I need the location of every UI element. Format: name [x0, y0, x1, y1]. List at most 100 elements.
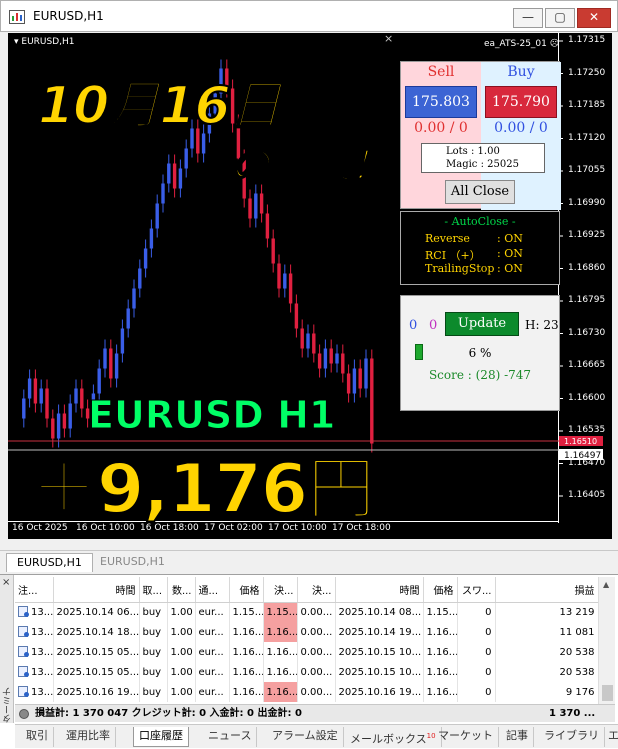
- column-header[interactable]: 数...: [167, 577, 196, 603]
- column-header[interactable]: 取...: [139, 577, 168, 603]
- candle-body: [80, 388, 84, 409]
- candle-body: [39, 388, 43, 404]
- candle-body: [364, 358, 368, 389]
- buy-button[interactable]: 175.790: [485, 86, 557, 118]
- candle-body: [329, 348, 333, 364]
- update-button[interactable]: Update: [445, 312, 519, 336]
- chart-tab-inactive[interactable]: EURUSD,H1: [90, 553, 175, 572]
- chart-tab-active[interactable]: EURUSD,H1: [6, 553, 93, 572]
- scroll-up-icon[interactable]: ▲: [603, 580, 609, 589]
- candle-body: [352, 368, 357, 394]
- lots-magic-box: Lots : 1.00 Magic : 25025: [421, 143, 545, 173]
- candle-body: [288, 273, 293, 304]
- table-cell: 13...: [15, 602, 54, 622]
- column-header[interactable]: 決...: [263, 577, 298, 603]
- terminal-tab[interactable]: 口座履歴: [133, 727, 189, 747]
- progress-percent: 6 %: [468, 346, 492, 360]
- table-row[interactable]: 13... 2025.10.16 19... buy 1.00 eur... 1.16..…: [15, 682, 599, 702]
- sell-button[interactable]: 175.803: [405, 86, 477, 118]
- trade-panel: Sell Buy 175.803 175.790 0.00 / 0 0.00 /…: [400, 61, 561, 210]
- buy-label: Buy: [507, 64, 535, 80]
- candle-body: [300, 328, 304, 349]
- candle-body: [109, 348, 113, 379]
- minimize-button[interactable]: —: [513, 8, 543, 28]
- maximize-icon: ▢: [554, 10, 566, 24]
- table-cell: 1.16...: [263, 662, 298, 682]
- table-cell: 20 538: [495, 642, 599, 662]
- column-header[interactable]: 時間: [53, 577, 140, 603]
- autoclose-panel: - AutoClose - Reverse : ON RCI （+） : ON …: [400, 211, 560, 285]
- sell-positions: 0.00 / 0: [414, 120, 468, 136]
- table-row[interactable]: 13... 2025.10.15 05... buy 1.00 eur... 1.16..…: [15, 642, 599, 662]
- candle-body: [97, 368, 101, 394]
- terminal-tab[interactable]: 運用比率: [61, 727, 116, 747]
- vertical-scrollbar[interactable]: ▲: [598, 577, 615, 705]
- table-cell: 2025.10.15 10...: [335, 642, 424, 662]
- price-tick-label: 1.16405: [568, 490, 606, 500]
- maximize-button[interactable]: ▢: [545, 8, 575, 28]
- column-header[interactable]: 価格: [423, 577, 458, 603]
- order-icon: [18, 646, 29, 657]
- table-row[interactable]: 13... 2025.10.14 18... buy 1.00 eur... 1.16..…: [15, 622, 599, 642]
- table-cell: 9 176: [495, 682, 599, 702]
- column-header[interactable]: 価格: [229, 577, 264, 603]
- price-tick-label: 1.17185: [568, 100, 606, 110]
- all-close-button[interactable]: All Close: [445, 180, 515, 204]
- price-tick-label: 1.16730: [568, 327, 606, 338]
- column-header[interactable]: 損益: [495, 577, 599, 603]
- terminal-tab[interactable]: 記事: [501, 727, 534, 747]
- table-cell: 0.00...: [297, 662, 336, 682]
- terminal-panel: × ターミナル 注...時間取...数...通...価格決...決...時間価格…: [0, 574, 618, 749]
- chart-symbol-text: EURUSD,H1: [21, 37, 75, 47]
- order-icon: [18, 686, 29, 697]
- candle-body: [138, 268, 142, 289]
- table-cell: 2025.10.15 05...: [53, 642, 140, 662]
- autoclose-reverse-value: : ON: [497, 232, 523, 245]
- terminal-tab[interactable]: 取引: [21, 727, 54, 747]
- candle-body: [312, 333, 316, 354]
- magic-value: Magic : 25025: [446, 159, 519, 170]
- terminal-tab[interactable]: メールボックス10: [345, 727, 442, 747]
- title-bar[interactable]: EURUSD,H1 — ▢ ✕: [0, 0, 618, 32]
- table-cell: 1.16...: [423, 622, 458, 642]
- candle-body: [271, 238, 275, 264]
- window-title: EURUSD,H1: [33, 9, 104, 23]
- terminal-tab-strip: 取引 運用比率 口座履歴 ニュース アラーム設定 メールボックス10 マーケット 記事 ライブラ…: [15, 724, 618, 748]
- terminal-tab[interactable]: ニュース: [203, 727, 258, 747]
- candle-body: [114, 353, 119, 379]
- scroll-thumb[interactable]: [602, 685, 613, 701]
- table-body: 13... 2025.10.14 06... buy 1.00 eur... 1.15..…: [15, 602, 599, 702]
- column-header[interactable]: 時間: [335, 577, 424, 603]
- terminal-close-icon[interactable]: ×: [2, 577, 10, 588]
- table-cell: eur...: [195, 662, 230, 682]
- close-button[interactable]: ✕: [577, 8, 611, 28]
- table-cell: buy: [139, 622, 168, 642]
- column-header[interactable]: スワ...: [457, 577, 496, 603]
- column-header[interactable]: 通...: [195, 577, 230, 603]
- column-header[interactable]: 決...: [297, 577, 336, 603]
- price-chart[interactable]: 1.16510 1.16497 ▾ EURUSD,H1 × ea_ATS-25_0…: [8, 33, 612, 539]
- summary-text: 損益計: 1 370 047 クレジット計: 0 入金計: 0 出金計: 0: [35, 708, 302, 719]
- score-panel: 0 0 Update H: 23 6 % Score : (28) -747: [400, 295, 560, 411]
- chart-symbol-label: ▾ EURUSD,H1: [14, 37, 75, 47]
- table-cell: 2025.10.14 06...: [53, 602, 140, 622]
- candle-body: [323, 348, 328, 369]
- terminal-tab[interactable]: マーケット: [433, 727, 499, 747]
- terminal-tab[interactable]: エキ: [603, 727, 618, 747]
- autoclose-trailing-label: TrailingStop: [425, 262, 495, 275]
- candle-body: [254, 193, 258, 219]
- table-cell: eur...: [195, 602, 230, 622]
- terminal-tab[interactable]: ライブラリ: [539, 727, 605, 747]
- table-cell: 0.00...: [297, 602, 336, 622]
- terminal-tab[interactable]: アラーム設定: [267, 727, 344, 747]
- table-row[interactable]: 13... 2025.10.15 05... buy 1.00 eur... 1.16..…: [15, 662, 599, 682]
- buy-positions: 0.00 / 0: [494, 120, 548, 136]
- table-cell: 1.16...: [229, 662, 264, 682]
- overlay-symbol-text: EURUSD H1: [87, 393, 336, 438]
- order-icon: [18, 606, 29, 618]
- table-row[interactable]: 13... 2025.10.14 06... buy 1.00 eur... 1.15..…: [15, 602, 599, 622]
- table-header-row: 注... 時間 取... 数... 通... 価格 決... 決... 時間 価格 スワ... 損益: [15, 577, 599, 603]
- lots-value: Lots : 1.00: [446, 146, 500, 157]
- column-header[interactable]: 注...: [15, 577, 54, 603]
- chart-close-icon[interactable]: ×: [384, 33, 393, 45]
